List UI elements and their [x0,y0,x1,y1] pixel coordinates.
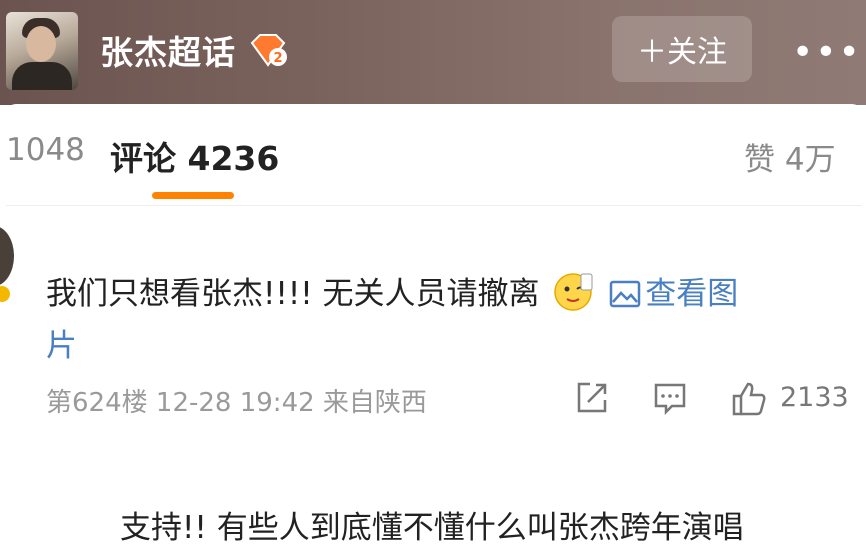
emoji-icon [554,273,593,311]
follow-button[interactable]: ＋关注 [612,16,752,82]
comment-text: 我们只想看张杰!!!! 无关人员请撤离 [46,276,540,312]
view-image-label-cont: 片 [46,328,77,364]
avatar-shirt [12,62,72,90]
image-icon [610,280,641,308]
comment-meta: 第624楼 12-28 19:42 来自陕西 [46,382,427,419]
tab-comments[interactable]: 评论 4236 [110,132,279,180]
view-image-label: 查看图 [645,276,739,312]
topic-title: 张杰超话 [100,33,236,72]
like-icon[interactable] [730,380,768,418]
tab-likes[interactable]: 赞 4万 [744,134,836,179]
like-count: 2133 [780,382,849,413]
comment-time: 12-28 19:42 [155,388,315,418]
comment-body: 我们只想看张杰!!!! 无关人员请撤离 查看图 片 [46,268,846,372]
comment-floor: 第624楼 [46,388,148,418]
topic-header: 张杰超话 2 ＋关注 ••• [0,0,866,105]
reply-icon[interactable] [652,380,688,416]
tab-reposts[interactable]: 1048 [6,132,85,168]
level-badge-number: 2 [273,51,282,66]
avatar-face [26,26,56,62]
comment-2-text: 支持!! 有些人到底懂不懂什么叫张杰跨年演唱 [120,510,744,546]
share-icon[interactable] [574,380,610,416]
level-badge-icon: 2 [250,34,287,67]
topic-avatar[interactable] [6,12,78,90]
more-options-icon[interactable]: ••• [792,32,862,73]
comment-location: 来自陕西 [322,388,427,418]
active-tab-indicator [152,192,234,199]
tabs-divider [6,205,862,206]
